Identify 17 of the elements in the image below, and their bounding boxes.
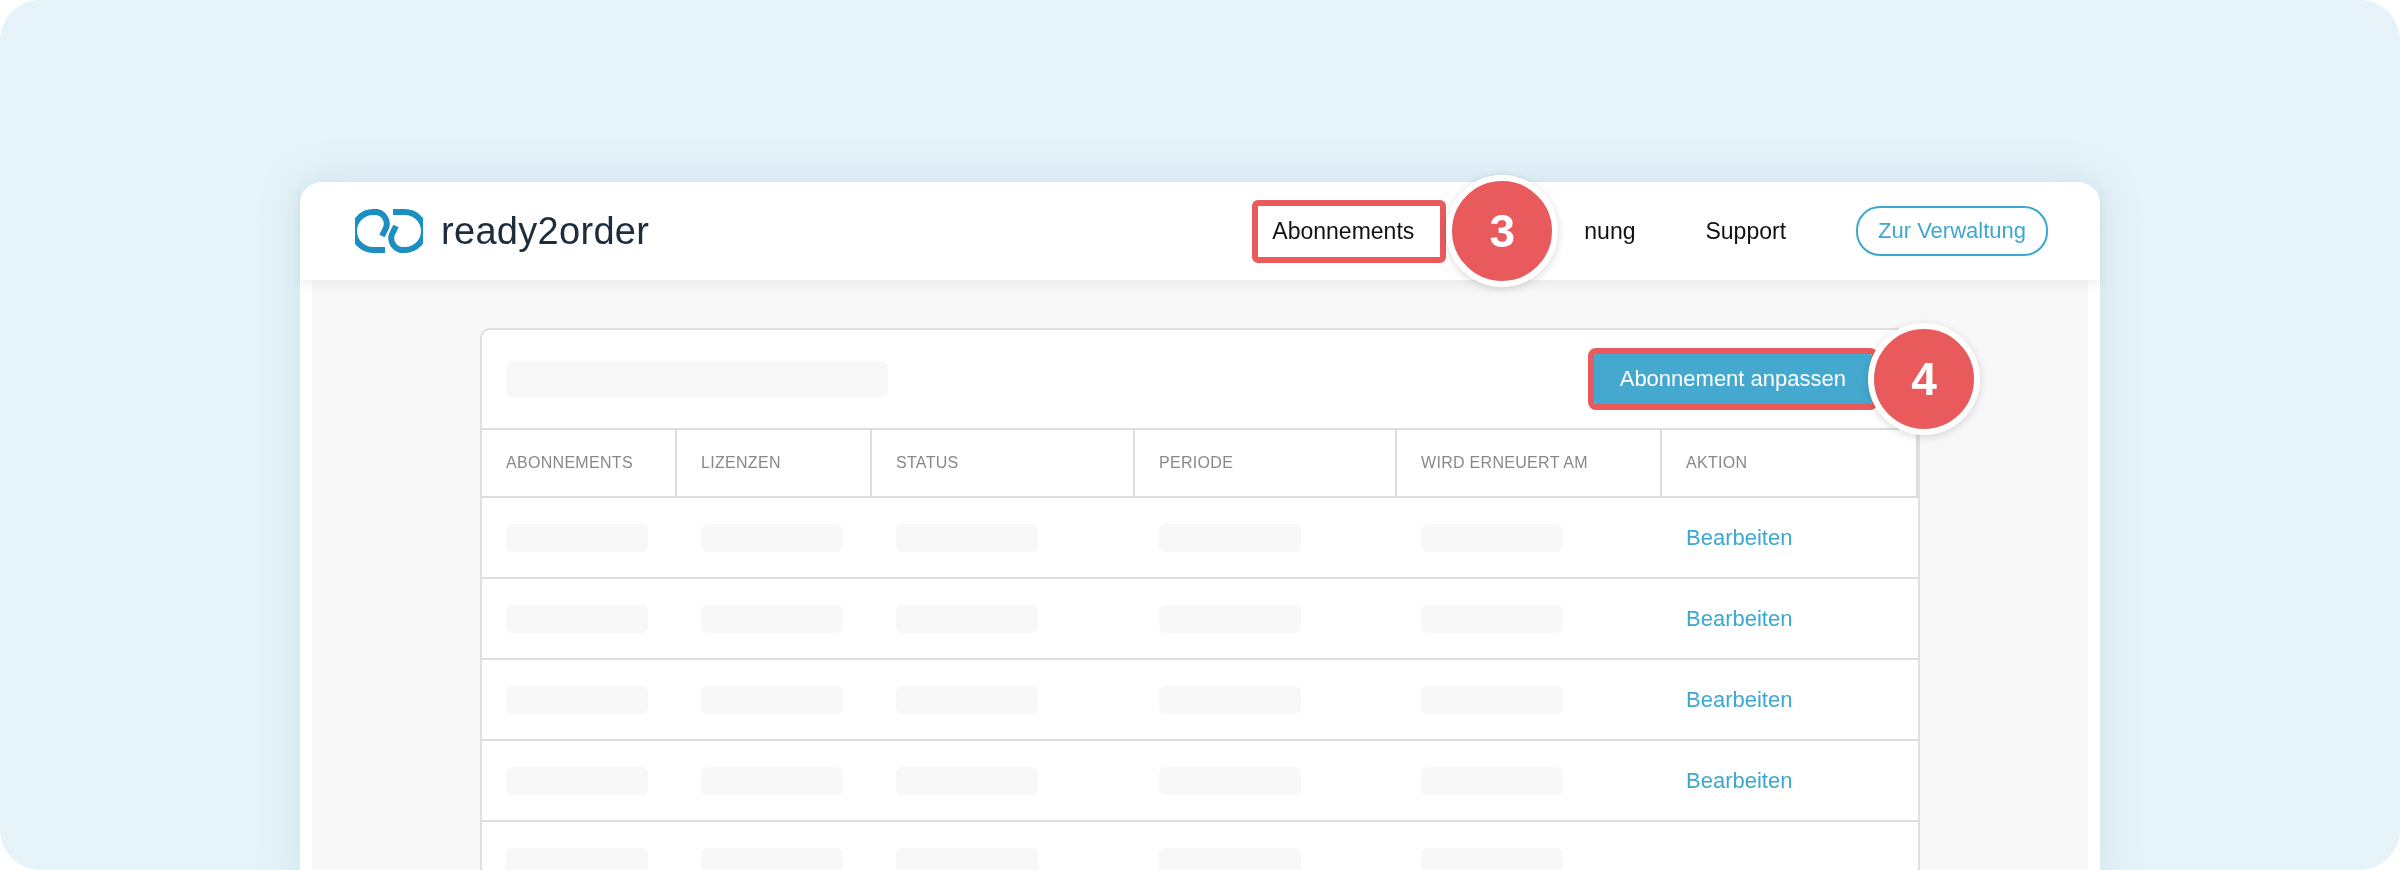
nav-link[interactable]: Abonnements xyxy=(1252,199,1447,263)
edit-link[interactable]: Bearbeiten xyxy=(1686,686,1793,713)
edit-link[interactable]: Bearbeiten xyxy=(1686,605,1793,632)
column-header: PERIODE xyxy=(1135,430,1397,498)
column-header: ABONNEMENTS xyxy=(482,430,677,498)
column-header: LIZENZEN xyxy=(677,430,872,498)
logo-text: ready2order xyxy=(441,209,650,253)
column-header: STATUS xyxy=(872,430,1135,498)
admin-button[interactable]: Zur Verwaltung xyxy=(1856,206,2048,256)
column-header: WIRD ERNEUERT AM xyxy=(1397,430,1662,498)
edit-link[interactable]: Bearbeiten xyxy=(1686,524,1793,551)
edit-link[interactable]: Bearbeiten xyxy=(1686,767,1793,794)
step-badge: 4 xyxy=(1868,323,1980,435)
nav-link[interactable]: nung xyxy=(1564,199,1656,263)
nav-link[interactable]: Support xyxy=(1685,199,1807,263)
logo-icon xyxy=(355,206,423,256)
column-header: AKTION xyxy=(1662,430,1918,498)
